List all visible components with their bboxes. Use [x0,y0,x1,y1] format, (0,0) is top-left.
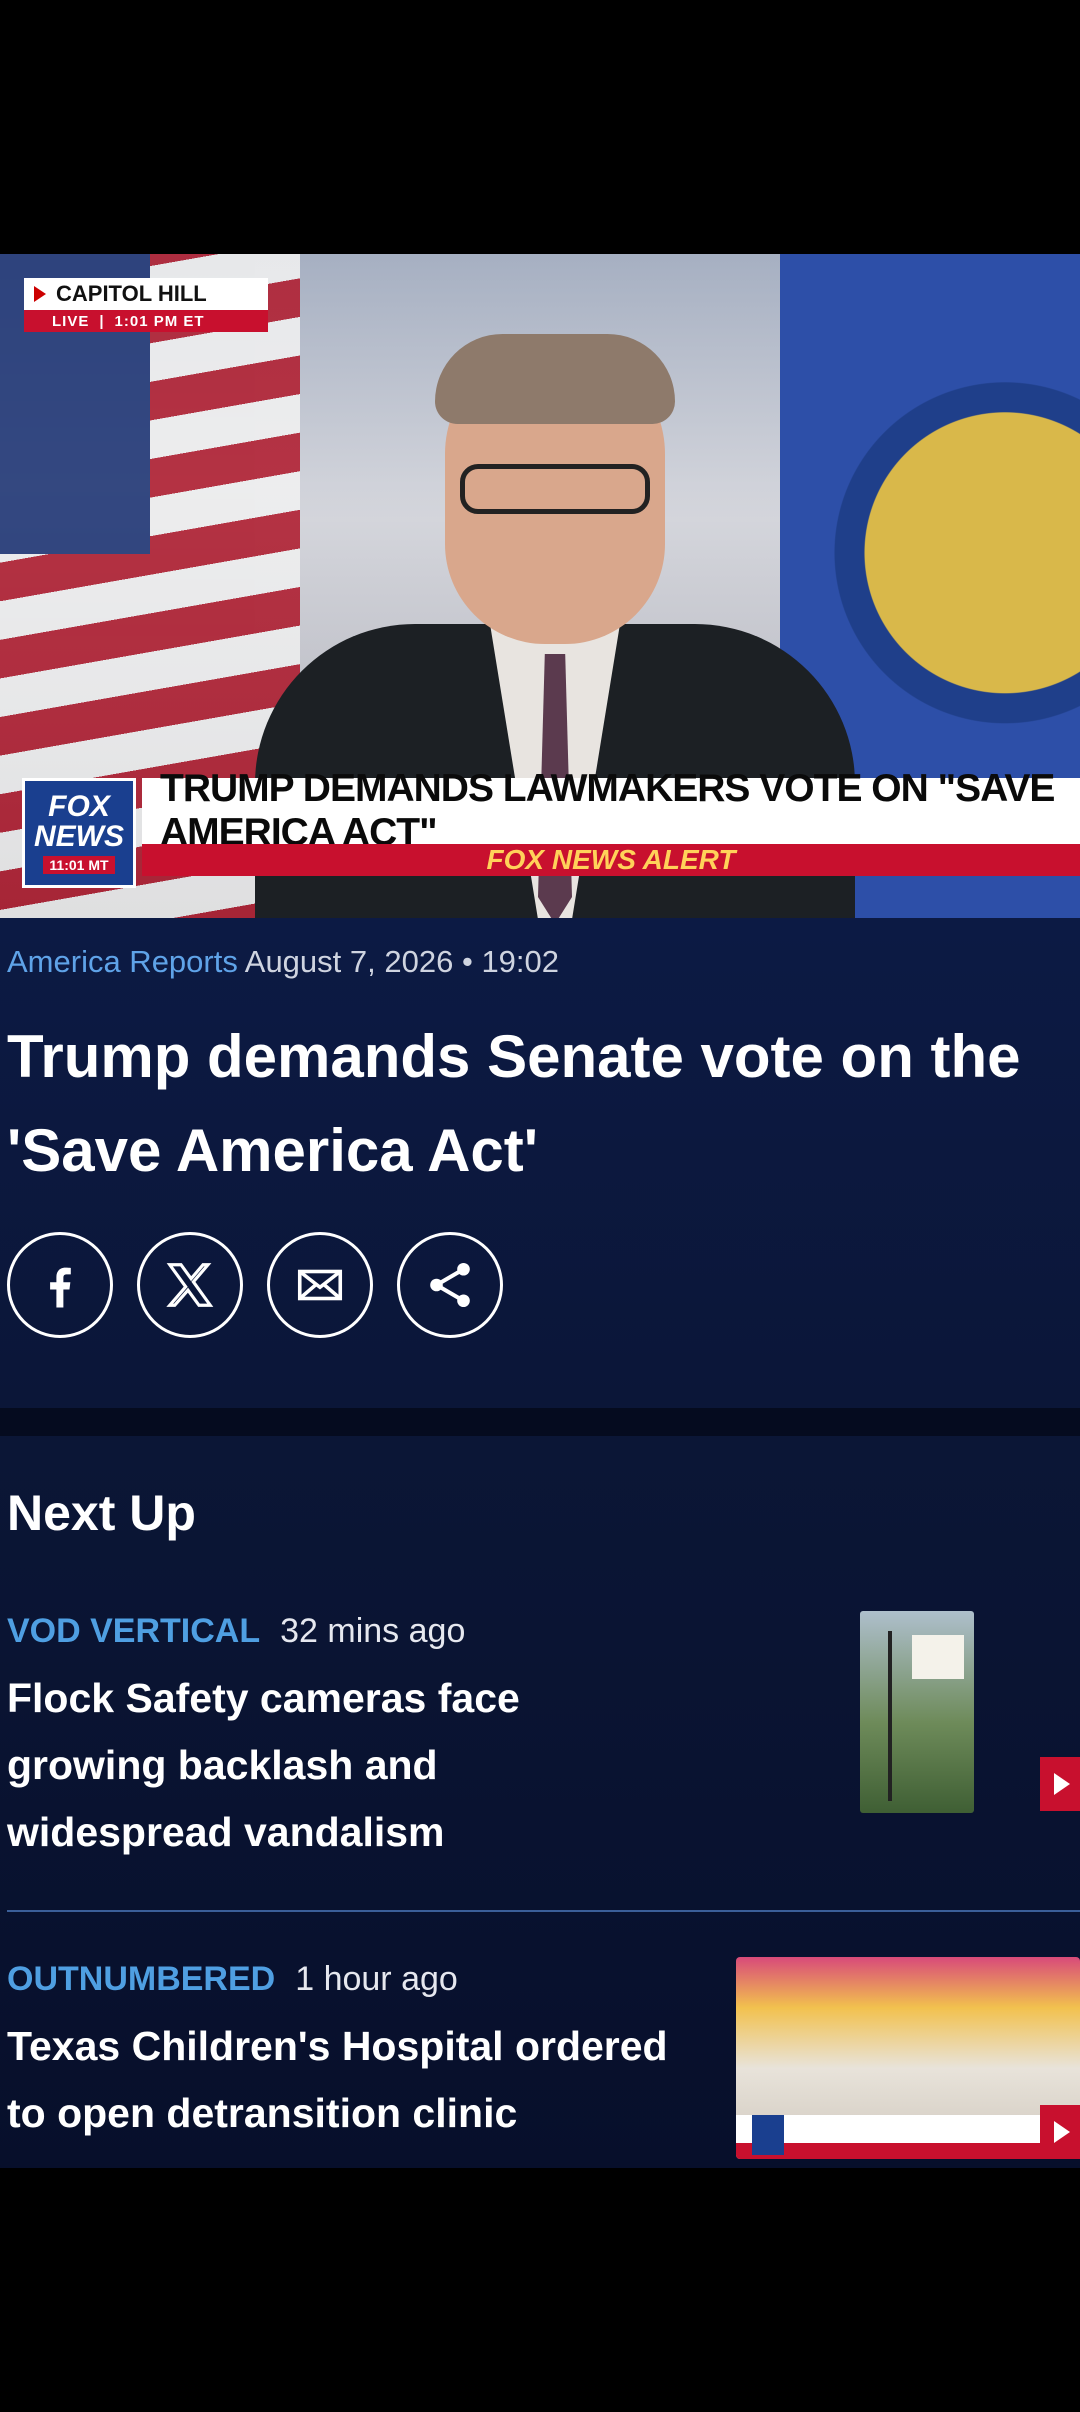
video-thumbnail[interactable] [860,1611,974,1813]
email-icon [297,1269,343,1301]
fox-news-alert: FOX NEWS ALERT [142,844,1080,876]
section-divider [0,1408,1080,1436]
article-date: August 7, 2026 [244,944,454,979]
play-icon[interactable] [1040,1757,1080,1811]
item-show[interactable]: VOD VERTICAL [7,1612,260,1650]
meta-separator: • [461,944,473,979]
show-link[interactable]: America Reports [7,944,238,979]
next-up-heading: Next Up [7,1485,196,1541]
bug-location: CAPITOL HILL [56,281,207,306]
x-share-button[interactable] [137,1232,243,1338]
chyron-headline: TRUMP DEMANDS LAWMAKERS VOTE ON "SAVE AM… [142,767,1080,854]
play-arrow-icon [34,286,46,302]
item-headline[interactable]: Flock Safety cameras face growing backla… [7,1665,607,1866]
live-label: LIVE [52,312,90,330]
facebook-icon [50,1267,71,1308]
item-time: 32 mins ago [280,1612,466,1650]
facebook-share-button[interactable] [7,1232,113,1338]
article-header: America Reports August 7, 2026 • 19:02 T… [0,918,1080,1408]
lower-third: FOX NEWS 11:01 MT TRUMP DEMANDS LAWMAKER… [22,767,1080,888]
share-bar [7,1232,503,1338]
generic-share-button[interactable] [397,1232,503,1338]
share-icon [430,1262,470,1308]
play-icon[interactable] [1040,2105,1080,2159]
article-time: 19:02 [481,944,560,979]
article-title: Trump demands Senate vote on the 'Save A… [7,1023,1021,1184]
x-icon [166,1263,214,1307]
live-location-bug: CAPITOL HILL LIVE | 1:01 PM ET [24,278,268,336]
fox-news-logo: FOX NEWS 11:01 MT [22,778,136,888]
item-show[interactable]: OUTNUMBERED [7,1960,275,1998]
email-share-button[interactable] [267,1232,373,1338]
bug-time: 1:01 PM ET [114,312,205,330]
item-time: 1 hour ago [295,1960,458,1998]
article-meta: America Reports August 7, 2026 • 19:02 [7,944,559,980]
list-divider [7,1910,1080,1912]
video-player[interactable]: CAPITOL HILL LIVE | 1:01 PM ET FOX NEWS 11… [0,254,1080,918]
video-thumbnail[interactable] [736,1957,1080,2159]
item-headline[interactable]: Texas Children's Hospital ordered to ope… [7,2013,717,2147]
